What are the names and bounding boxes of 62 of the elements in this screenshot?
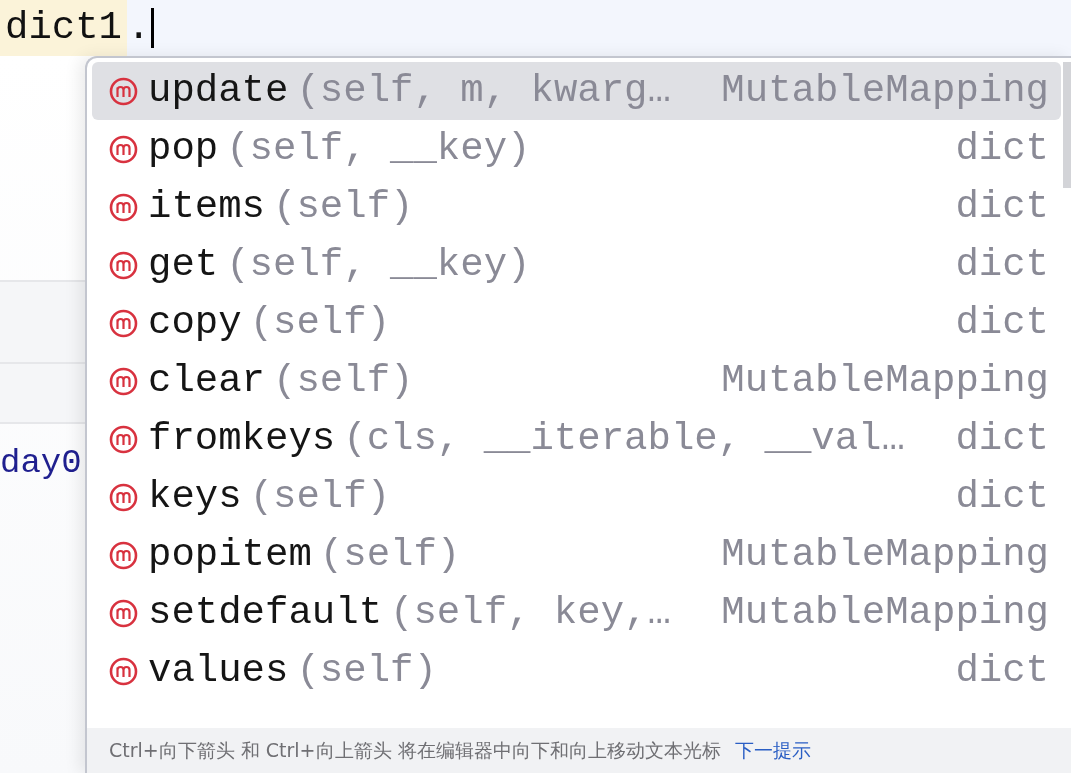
method-signature: (self) (273, 359, 414, 403)
method-signature: (cls, __iterable, __val… (343, 417, 905, 461)
return-type: MutableMapping (720, 69, 1049, 113)
hint-text: Ctrl+向下箭头 和 Ctrl+向上箭头 将在编辑器中向下和向上移动文本光标 (109, 737, 721, 763)
method-name: items (148, 185, 266, 229)
code-text: dict1 (0, 0, 128, 56)
method-name: popitem (148, 533, 312, 577)
return-type: dict (954, 417, 1049, 461)
return-type: MutableMapping (720, 359, 1049, 403)
completion-item[interactable]: update (self, m, kwarg… MutableMapping (92, 62, 1061, 120)
method-icon (109, 656, 138, 686)
method-icon (109, 76, 138, 106)
method-signature: (self, m, kwarg… (296, 69, 671, 113)
method-name: values (148, 649, 289, 693)
next-tip-link[interactable]: 下一提示 (734, 737, 811, 764)
completion-item[interactable]: setdefault (self, key,… MutableMapping (92, 584, 1061, 642)
code-text: . (127, 6, 151, 50)
return-type: dict (954, 185, 1049, 229)
completion-item[interactable]: fromkeys (cls, __iterable, __val… dict (92, 410, 1061, 468)
method-icon (109, 598, 138, 628)
completion-item[interactable]: pop (self, __key) dict (92, 120, 1061, 178)
completion-item[interactable]: get (self, __key) dict (92, 236, 1061, 294)
text-cursor (151, 8, 155, 48)
method-name: copy (148, 301, 242, 345)
method-icon (109, 424, 138, 454)
method-signature: (self) (249, 475, 391, 519)
method-name: pop (148, 127, 219, 171)
completion-item[interactable]: clear (self) MutableMapping (92, 352, 1061, 410)
return-type: dict (954, 127, 1049, 171)
return-type: dict (954, 649, 1049, 693)
return-type: dict (954, 243, 1049, 287)
code-text: day0 (0, 444, 82, 482)
method-name: get (148, 243, 219, 287)
return-type: MutableMapping (720, 591, 1049, 635)
method-name: setdefault (148, 591, 383, 635)
method-icon (109, 308, 138, 338)
method-signature: (self) (296, 649, 437, 693)
return-type: MutableMapping (720, 533, 1049, 577)
return-type: dict (954, 475, 1049, 519)
method-icon (109, 192, 138, 222)
return-type: dict (954, 301, 1049, 345)
method-name: keys (148, 475, 242, 519)
method-name: update (148, 69, 289, 113)
method-signature: (self, key,… (390, 591, 671, 635)
completion-item[interactable]: values (self) dict (92, 642, 1061, 700)
method-signature: (self) (249, 301, 391, 345)
completion-item[interactable]: copy (self) dict (92, 294, 1061, 352)
method-signature: (self, __key) (226, 243, 531, 287)
completion-item[interactable]: items (self) dict (92, 178, 1061, 236)
method-icon (109, 540, 138, 570)
method-icon (109, 366, 138, 396)
method-signature: (self) (273, 185, 414, 229)
method-name: clear (148, 359, 266, 403)
method-icon (109, 250, 138, 280)
method-icon (109, 134, 138, 164)
method-signature: (self, __key) (226, 127, 531, 171)
completion-item[interactable]: popitem (self) MutableMapping (92, 526, 1061, 584)
scrollbar-thumb[interactable] (1063, 62, 1071, 188)
method-name: fromkeys (148, 417, 336, 461)
method-signature: (self) (319, 533, 461, 577)
completion-item[interactable]: keys (self) dict (92, 468, 1061, 526)
method-icon (109, 482, 138, 512)
